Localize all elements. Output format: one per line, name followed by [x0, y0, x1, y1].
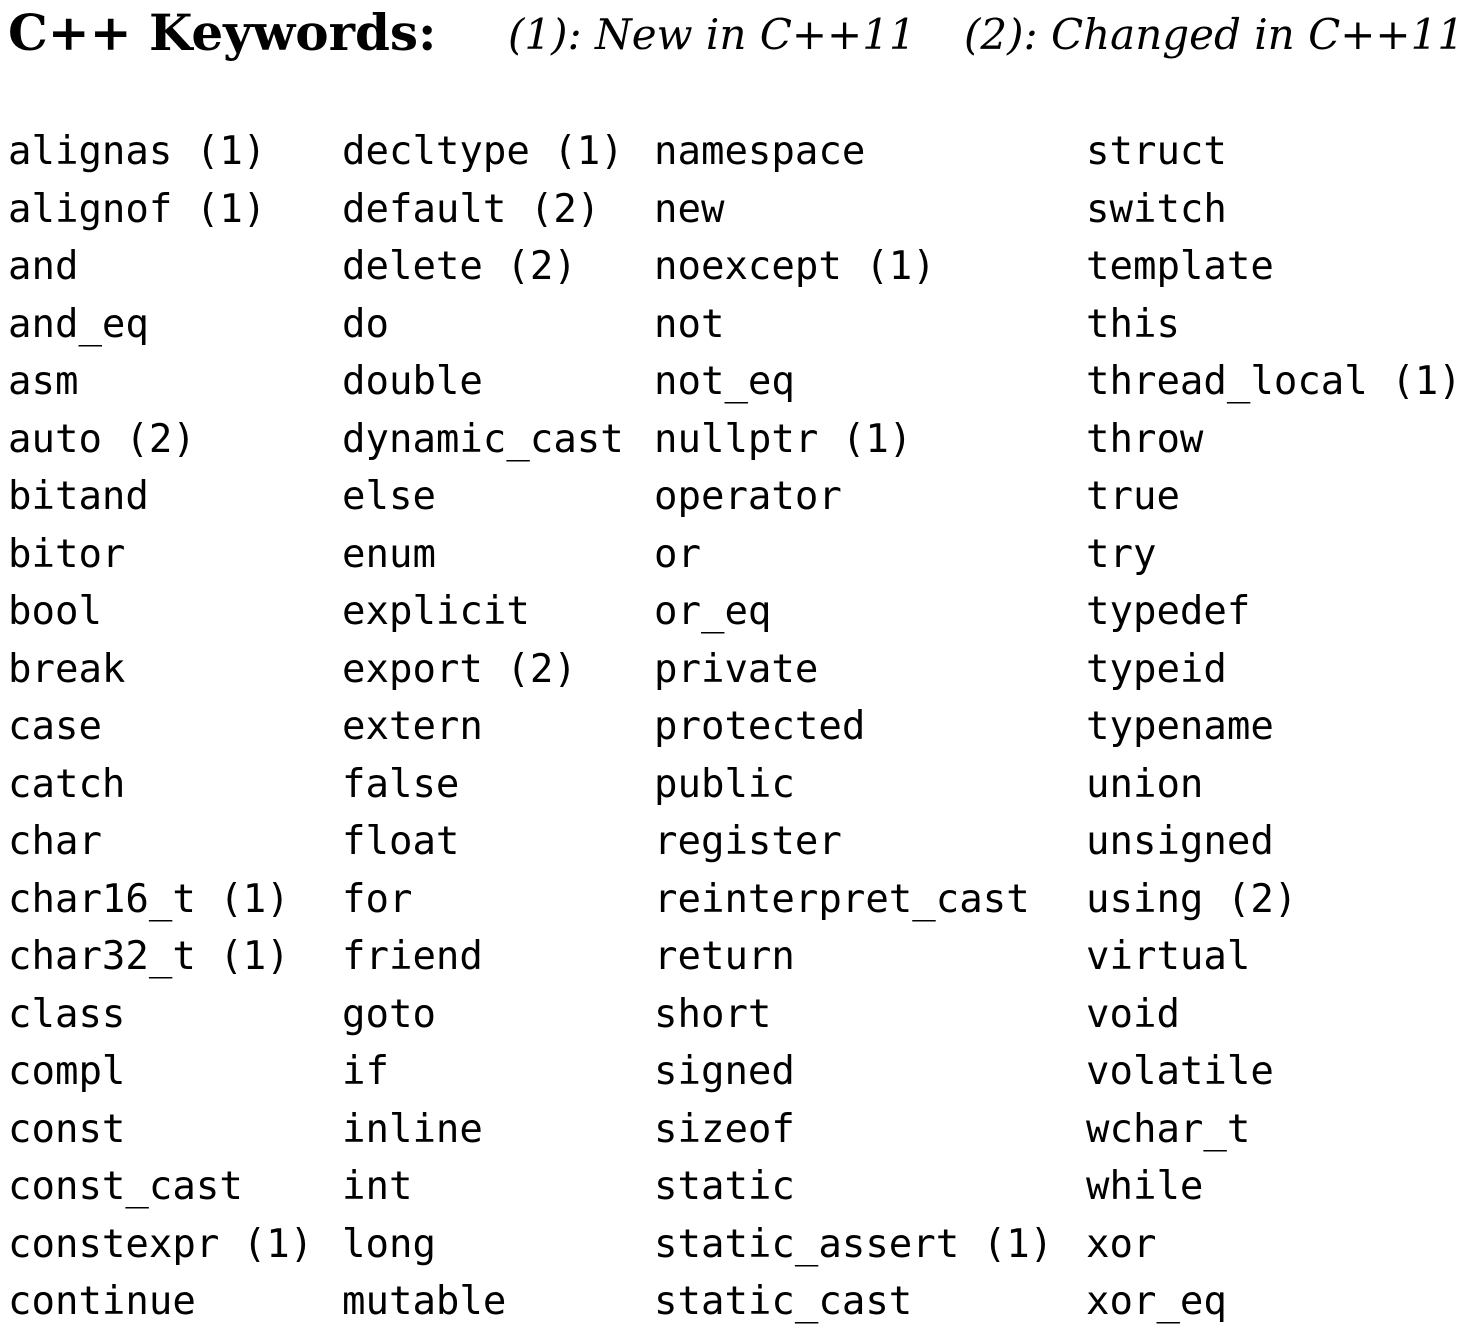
keyword-item: wchar_t	[1086, 1106, 1251, 1152]
keyword-item: alignas (1)	[8, 129, 267, 174]
keyword-item: int	[342, 1164, 413, 1209]
keyword-item: continue	[8, 1279, 196, 1324]
keyword-item: xor	[1086, 1221, 1157, 1267]
keyword-item: operator	[654, 474, 842, 519]
keyword-item: and	[8, 244, 79, 289]
keyword-item: using (2)	[1086, 876, 1298, 922]
keyword-item: compl	[8, 1049, 126, 1094]
keyword-item: bitor	[8, 531, 126, 577]
keyword-item: volatile	[1086, 1049, 1274, 1094]
keyword-item: default (2)	[342, 186, 601, 232]
keyword-item: new	[654, 186, 725, 232]
header: C++ Keywords: (1): New in C++11 (2): Cha…	[0, 0, 1483, 70]
keyword-item: nullptr (1)	[654, 416, 913, 462]
keyword-item: try	[1086, 531, 1157, 577]
keyword-item: char32_t (1)	[8, 934, 290, 979]
keyword-item: private	[654, 646, 819, 692]
keyword-item: constexpr (1)	[8, 1221, 314, 1267]
page-title: C++ Keywords:	[8, 3, 437, 62]
keyword-item: if	[342, 1049, 389, 1094]
keyword-item: dynamic_cast	[342, 416, 624, 462]
keyword-grid: alignas (1) alignof (1) and and_eq asm a…	[8, 123, 1478, 1328]
keyword-item: decltype (1)	[342, 129, 624, 174]
keyword-item: for	[342, 876, 413, 922]
keyword-item: or	[654, 531, 701, 577]
keyword-column-1: alignas (1) alignof (1) and and_eq asm a…	[8, 123, 313, 1331]
keyword-item: char16_t (1)	[8, 876, 290, 922]
legend-new-in-cpp11: (1): New in C++11	[508, 10, 916, 59]
keyword-item: bitand	[8, 474, 149, 519]
keyword-item: thread_local (1)	[1086, 359, 1462, 404]
legend-changed-in-cpp11: (2): Changed in C++11	[964, 10, 1465, 59]
keyword-item: template	[1086, 244, 1274, 289]
keyword-item: xor_eq	[1086, 1279, 1227, 1324]
keyword-item: typename	[1086, 704, 1274, 749]
keyword-item: case	[8, 704, 102, 749]
keyword-item: and_eq	[8, 301, 149, 347]
keyword-item: float	[342, 819, 460, 864]
keyword-item: const	[8, 1106, 126, 1152]
keyword-column-2: decltype (1) default (2) delete (2) do d…	[342, 123, 624, 1331]
keyword-item: while	[1086, 1164, 1204, 1209]
keyword-item: const_cast	[8, 1164, 243, 1209]
keyword-item: delete (2)	[342, 244, 577, 289]
keyword-item: catch	[8, 761, 126, 807]
keyword-item: explicit	[342, 589, 530, 634]
keyword-item: true	[1086, 474, 1180, 519]
keyword-item: char	[8, 819, 102, 864]
keyword-item: typeid	[1086, 646, 1227, 692]
keyword-item: double	[342, 359, 483, 404]
keyword-column-4: struct switch template this thread_local…	[1086, 123, 1462, 1331]
keyword-item: unsigned	[1086, 819, 1274, 864]
keyword-item: do	[342, 301, 389, 347]
keyword-column-3: namespace new noexcept (1) not not_eq nu…	[654, 123, 1053, 1331]
keyword-item: false	[342, 761, 460, 807]
keyword-item: else	[342, 474, 436, 519]
keyword-item: switch	[1086, 186, 1227, 232]
keyword-item: static_cast	[654, 1279, 913, 1324]
keyword-item: reinterpret_cast	[654, 876, 1030, 922]
keyword-item: namespace	[654, 129, 866, 174]
keyword-item: this	[1086, 301, 1180, 347]
keyword-item: bool	[8, 589, 102, 634]
keyword-item: union	[1086, 761, 1204, 807]
keyword-item: typedef	[1086, 589, 1251, 634]
keyword-item: extern	[342, 704, 483, 749]
keyword-item: not_eq	[654, 359, 795, 404]
keyword-item: protected	[654, 704, 866, 749]
keyword-item: public	[654, 761, 795, 807]
keyword-item: inline	[342, 1106, 483, 1152]
keyword-item: asm	[8, 359, 79, 404]
keyword-item: virtual	[1086, 934, 1251, 979]
keyword-item: void	[1086, 991, 1180, 1037]
keyword-item: return	[654, 934, 795, 979]
keyword-item: static	[654, 1164, 795, 1209]
keyword-item: goto	[342, 991, 436, 1037]
keyword-item: short	[654, 991, 772, 1037]
keyword-item: register	[654, 819, 842, 864]
keyword-item: or_eq	[654, 589, 772, 634]
keyword-item: class	[8, 991, 126, 1037]
keyword-item: auto (2)	[8, 416, 196, 462]
keyword-item: alignof (1)	[8, 186, 267, 232]
keyword-item: not	[654, 301, 725, 347]
keyword-item: mutable	[342, 1279, 507, 1324]
keyword-item: struct	[1086, 129, 1227, 174]
keyword-item: enum	[342, 531, 436, 577]
keyword-item: throw	[1086, 416, 1204, 462]
keyword-item: static_assert (1)	[654, 1221, 1054, 1267]
keyword-item: signed	[654, 1049, 795, 1094]
keyword-item: export (2)	[342, 646, 577, 692]
keyword-item: sizeof	[654, 1106, 795, 1152]
keyword-item: break	[8, 646, 126, 692]
keyword-item: noexcept (1)	[654, 244, 936, 289]
keyword-item: long	[342, 1221, 436, 1267]
keyword-item: friend	[342, 934, 483, 979]
